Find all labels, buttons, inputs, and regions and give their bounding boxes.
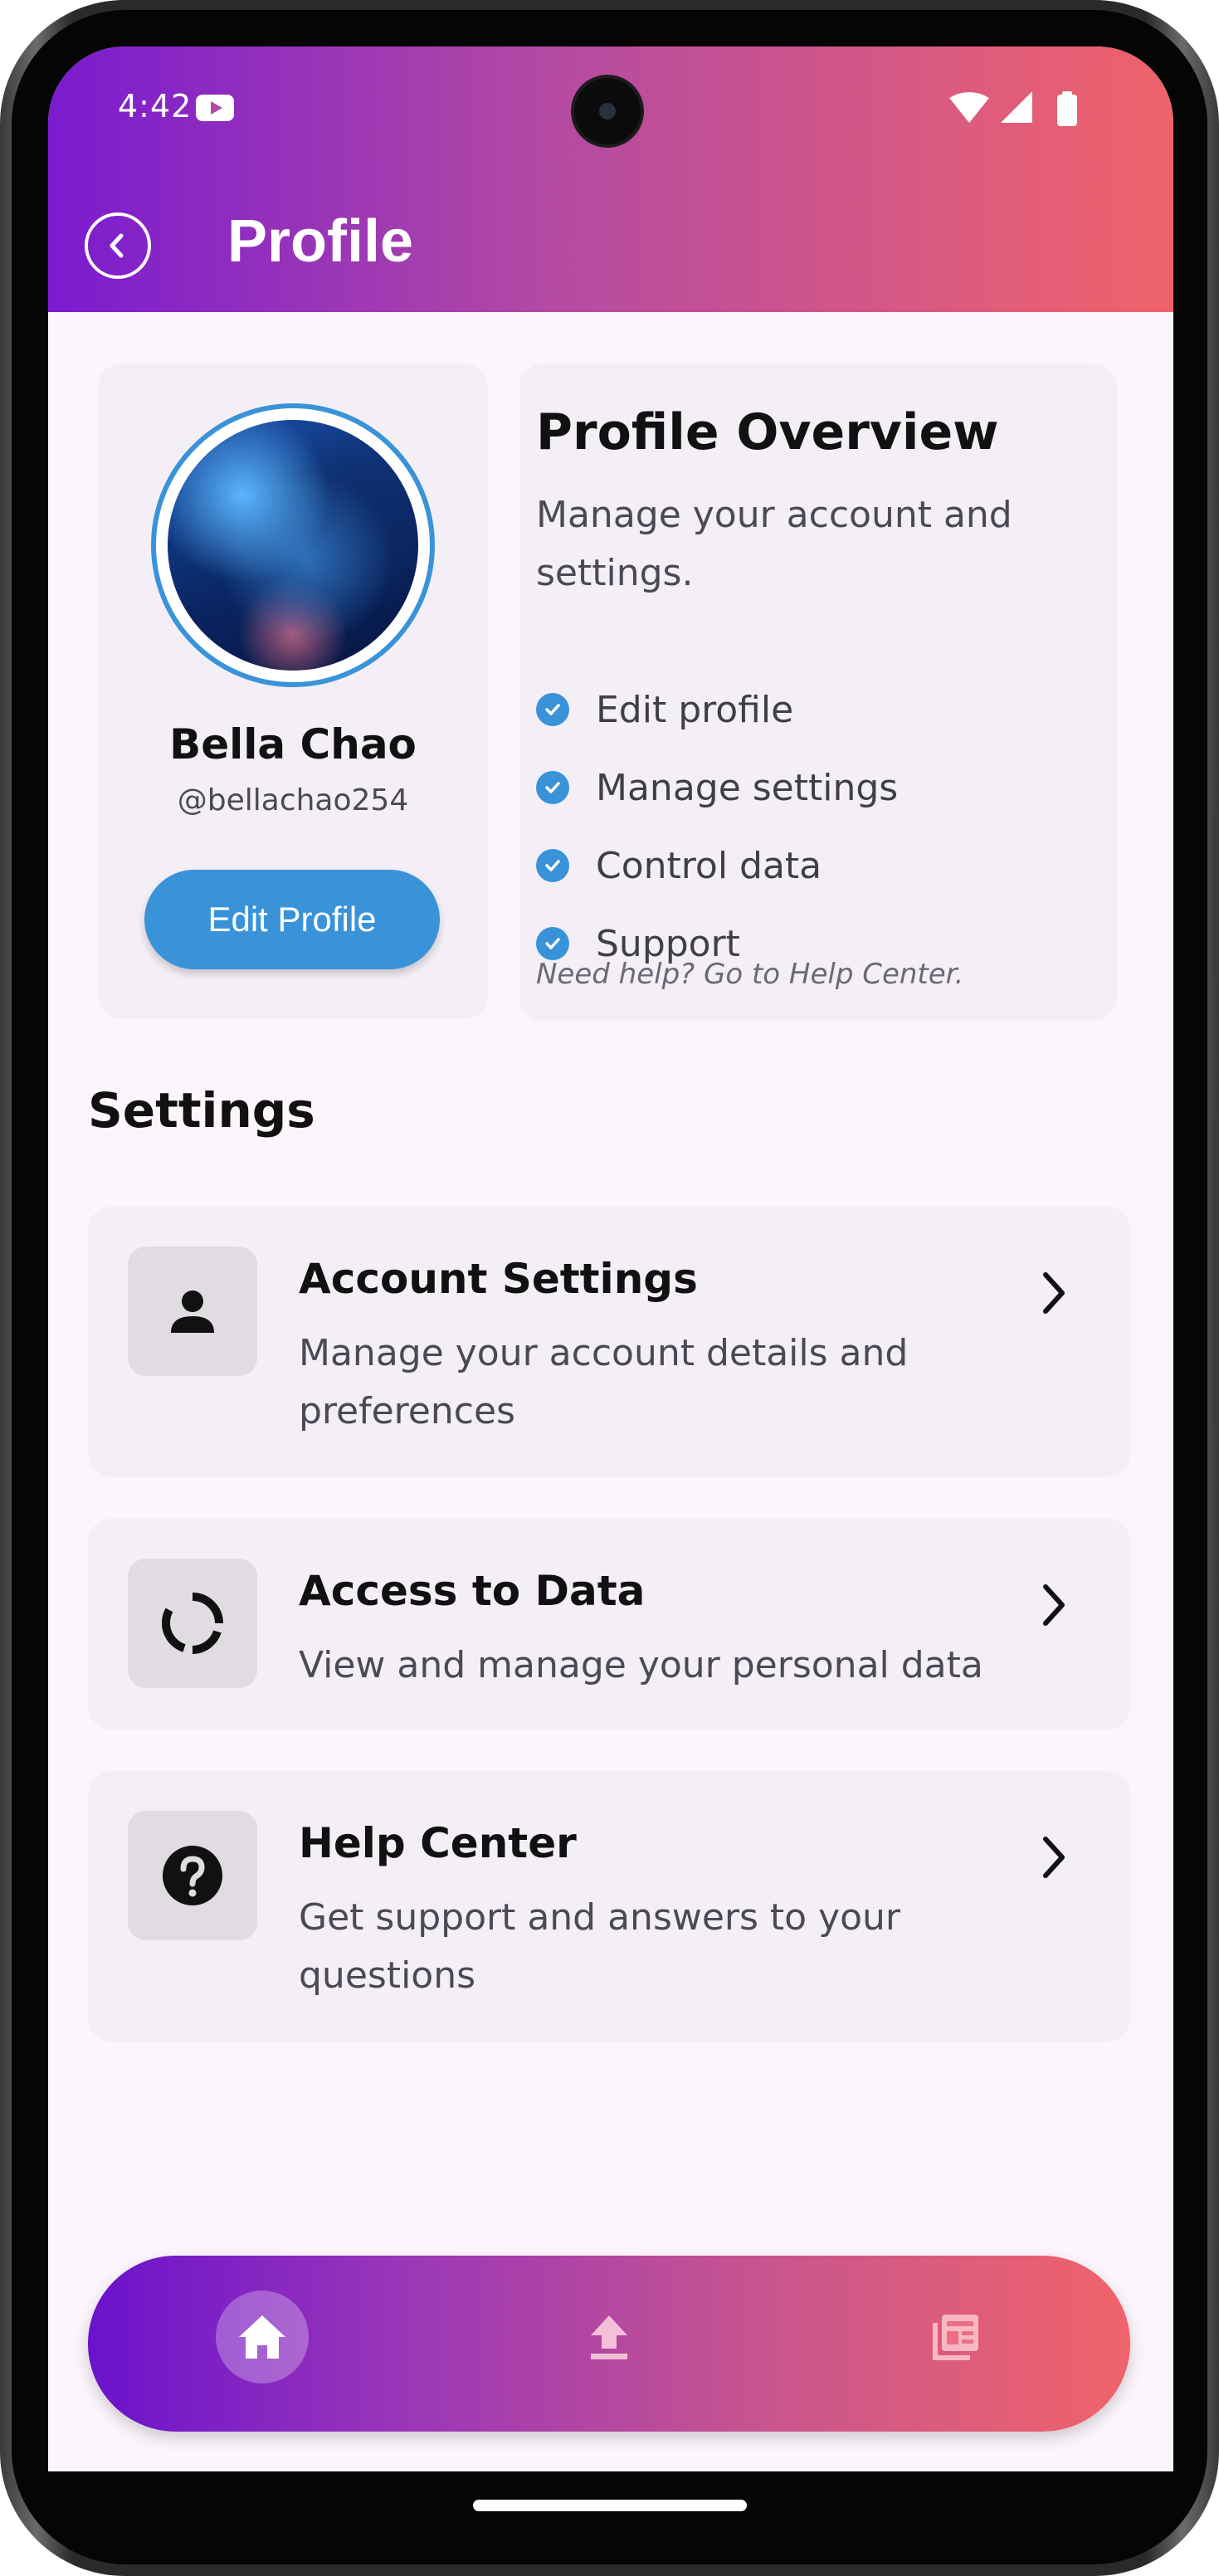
overview-item-label: Control data — [596, 844, 822, 887]
overview-item: Edit profile — [536, 671, 898, 749]
signal-icon — [1001, 91, 1032, 123]
account-settings-row[interactable]: Account Settings Manage your account det… — [88, 1207, 1130, 1477]
profile-card: Bella Chao @bellachao254 Edit Profile — [98, 363, 488, 1019]
profile-handle: @bellachao254 — [177, 783, 409, 817]
status-icons — [949, 91, 1115, 131]
camera-cutout — [571, 75, 644, 148]
profile-overview-card: Profile Overview Manage your account and… — [519, 363, 1117, 1021]
avatar — [168, 420, 418, 671]
avatar-ring — [151, 403, 435, 687]
row-title: Access to Data — [299, 1567, 646, 1615]
access-to-data-row[interactable]: Access to Data View and manage your pers… — [88, 1519, 1130, 1730]
row-subtitle: Manage your account details and preferen… — [299, 1332, 909, 1432]
home-icon — [239, 2315, 285, 2359]
person-icon — [128, 1247, 257, 1376]
chevron-right-icon — [1043, 1837, 1065, 1878]
chevron-right-icon — [1043, 1584, 1065, 1626]
check-circle-icon — [536, 849, 569, 882]
wifi-icon — [949, 92, 989, 123]
overview-description: Manage your account and settings. — [536, 494, 1012, 594]
overview-list: Edit profile Manage settings Control dat… — [536, 671, 898, 983]
volume-button — [1214, 1112, 1219, 1427]
row-title: Help Center — [299, 1819, 577, 1867]
profile-name: Bella Chao — [169, 720, 417, 768]
home-indicator[interactable] — [473, 2500, 747, 2511]
phone-frame: 4:42 Profile Bella Chao @bellachao254 Ed… — [0, 0, 1219, 2576]
settings-heading: Settings — [88, 1082, 315, 1139]
nav-home-button[interactable] — [216, 2291, 309, 2383]
page-title: Profile — [227, 208, 414, 275]
nav-news-button[interactable] — [909, 2291, 1002, 2383]
edit-profile-button[interactable]: Edit Profile — [144, 870, 440, 969]
overview-title: Profile Overview — [536, 403, 999, 461]
check-circle-icon — [536, 693, 569, 726]
help-center-hint[interactable]: Need help? Go to Help Center. — [536, 958, 963, 991]
youtube-icon — [196, 95, 234, 121]
chevron-left-icon — [110, 233, 124, 258]
help-icon — [128, 1811, 257, 1940]
help-center-row[interactable]: Help Center Get support and answers to y… — [88, 1771, 1130, 2042]
app-header: 4:42 Profile — [48, 46, 1173, 312]
news-icon — [933, 2315, 978, 2360]
nav-upload-button[interactable] — [563, 2291, 656, 2383]
screen: 4:42 Profile Bella Chao @bellachao254 Ed… — [48, 46, 1173, 2471]
row-subtitle: Get support and answers to your question… — [299, 1896, 901, 1997]
check-circle-icon — [536, 927, 569, 960]
data-ring-icon — [128, 1559, 257, 1688]
overview-item-label: Edit profile — [596, 688, 794, 731]
overview-item: Manage settings — [536, 749, 898, 827]
row-title: Account Settings — [299, 1255, 698, 1303]
row-subtitle: View and manage your personal data — [299, 1644, 983, 1686]
check-circle-icon — [536, 771, 569, 804]
overview-item-label: Manage settings — [596, 766, 899, 809]
upload-icon — [591, 2315, 627, 2359]
back-button[interactable] — [85, 212, 151, 279]
status-time: 4:42 — [118, 88, 193, 124]
chevron-right-icon — [1043, 1272, 1065, 1314]
power-button — [1214, 813, 1219, 979]
bottom-navigation — [88, 2256, 1130, 2432]
overview-item: Control data — [536, 827, 898, 905]
battery-icon — [1057, 91, 1077, 126]
